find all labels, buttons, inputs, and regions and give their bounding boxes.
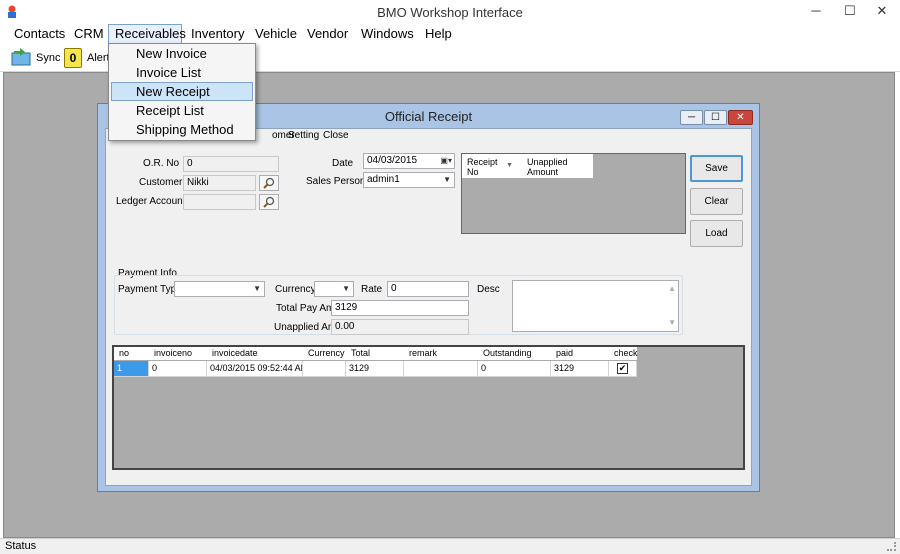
menu-invoice-list[interactable]: Invoice List (111, 63, 253, 82)
sync-label: Sync (36, 52, 61, 64)
dialog-close-button[interactable]: ✕ (728, 110, 753, 125)
ledger-account-field[interactable] (183, 194, 256, 210)
scroll-up-icon[interactable]: ▲ (668, 282, 676, 296)
calendar-icon[interactable]: ▣▾ (440, 154, 452, 168)
desc-textarea[interactable]: ▲ ▼ (512, 280, 679, 332)
col-header-outstanding[interactable]: Outstanding (478, 347, 551, 360)
payment-type-select[interactable]: ▼ (174, 281, 265, 297)
col-header-invoicedate[interactable]: invoicedate (207, 347, 303, 360)
currency-select[interactable]: ▼ (314, 281, 354, 297)
table-cell-remark[interactable] (404, 361, 478, 377)
date-picker[interactable]: 04/03/2015 ▣▾ (363, 153, 455, 169)
sync-button[interactable]: Sync (10, 47, 60, 69)
menu-vehicle[interactable]: Vehicle (249, 24, 303, 44)
unapplied-amt-field[interactable]: 0.00 (331, 319, 469, 335)
window-title: BMO Workshop Interface (377, 5, 523, 20)
customer-label: Customer (139, 177, 183, 188)
table-cell-outstanding[interactable]: 0 (478, 361, 551, 377)
date-label: Date (332, 158, 354, 169)
table-cell-no[interactable]: 1 (114, 361, 149, 377)
status-bar: Status (0, 538, 900, 554)
total-pay-amt-label: Total Pay Amt (276, 303, 338, 314)
load-button[interactable]: Load (690, 220, 743, 247)
menu-new-invoice[interactable]: New Invoice (111, 44, 253, 63)
scroll-down-icon[interactable]: ▼ (668, 316, 676, 330)
menu-contacts[interactable]: Contacts (8, 24, 71, 44)
table-cell-total[interactable]: 3129 (346, 361, 404, 377)
menu-windows[interactable]: Windows (355, 24, 420, 44)
table-cell-paid[interactable]: 3129 (551, 361, 609, 377)
official-receipt-window: Official Receipt ─ ☐ ✕ omer Setting Clos… (97, 103, 760, 492)
menu-bar: Contacts CRM Receivables Inventory Vehic… (0, 24, 900, 44)
menu-help[interactable]: Help (419, 24, 458, 44)
rate-field[interactable]: 0 (387, 281, 469, 297)
search-icon (263, 196, 275, 208)
minimize-button[interactable]: ─ (800, 0, 832, 22)
chevron-down-icon: ▼ (443, 175, 451, 184)
menu-receivables[interactable]: Receivables (108, 24, 186, 44)
ledger-lookup-button[interactable] (259, 194, 279, 210)
alert-label: Alert (87, 52, 110, 64)
resize-grip-icon[interactable] (887, 542, 896, 551)
alert-count-badge: 0 (64, 48, 82, 68)
date-value: 04/03/2015 (367, 155, 418, 166)
dialog-minimize-button[interactable]: ─ (680, 110, 703, 125)
col-header-no[interactable]: no (114, 347, 149, 360)
alert-button[interactable]: 0 Alert (64, 47, 110, 69)
sales-person-value: admin1 (367, 174, 400, 185)
customer-field[interactable]: Nikki (183, 175, 256, 191)
ledger-account-label: Ledger Account (116, 196, 186, 207)
menu-shipping-method[interactable]: Shipping Method (111, 120, 253, 139)
payment-type-label: Payment Type (118, 284, 182, 295)
menu-crm[interactable]: CRM (68, 24, 110, 44)
table-cell-check[interactable]: ✔ (609, 361, 637, 377)
dialog-maximize-button[interactable]: ☐ (704, 110, 727, 125)
menu-receipt-list[interactable]: Receipt List (111, 101, 253, 120)
receipt-grid[interactable]: Receipt No ▼ Unapplied Amount (461, 153, 686, 234)
table-cell-currency[interactable] (303, 361, 346, 377)
menu-inventory[interactable]: Inventory (185, 24, 250, 44)
currency-label: Currency (275, 284, 316, 295)
search-icon (263, 177, 275, 189)
rate-label: Rate (361, 284, 383, 295)
dialog-menu-setting[interactable]: Setting (288, 130, 319, 141)
dialog-client-area: omer Setting Close O.R. No 0 Customer Ni… (105, 128, 752, 486)
sync-icon (11, 48, 31, 66)
close-button[interactable]: ✕ (866, 0, 898, 22)
or-no-field[interactable]: 0 (183, 156, 279, 172)
title-bar: BMO Workshop Interface ─ ☐ ✕ (0, 0, 900, 24)
col-header-total[interactable]: Total (346, 347, 404, 360)
sales-person-label: Sales Person (306, 176, 366, 187)
maximize-button[interactable]: ☐ (834, 0, 866, 22)
row-checkbox[interactable]: ✔ (617, 363, 628, 374)
col-header-currency[interactable]: Currency (303, 347, 346, 360)
col-header-invoiceno[interactable]: invoiceno (149, 347, 207, 360)
save-button[interactable]: Save (690, 155, 743, 182)
unapplied-amount-header[interactable]: Unapplied Amount (522, 154, 593, 178)
chevron-down-icon: ▼ (253, 284, 261, 293)
col-header-check[interactable]: check (609, 347, 638, 360)
menu-vendor[interactable]: Vendor (301, 24, 354, 44)
dialog-menu-close[interactable]: Close (323, 130, 349, 141)
unapplied-amt-label: Unapplied Amt (274, 322, 340, 333)
chevron-down-icon: ▼ (342, 284, 350, 293)
status-text: Status (5, 540, 37, 552)
invoice-table[interactable]: no invoiceno invoicedate Currency Total … (112, 345, 745, 470)
table-cell-invoiceno[interactable]: 0 (149, 361, 207, 377)
desc-label: Desc (477, 284, 500, 295)
clear-button[interactable]: Clear (690, 188, 743, 215)
col-header-remark[interactable]: remark (404, 347, 478, 360)
sort-arrow-icon: ▼ (506, 162, 513, 169)
table-cell-invoicedate[interactable]: 04/03/2015 09:52:44 AM (207, 361, 303, 377)
menu-new-receipt[interactable]: New Receipt (111, 82, 253, 101)
total-pay-amt-field[interactable]: 3129 (331, 300, 469, 316)
receivables-dropdown: New Invoice Invoice List New Receipt Rec… (108, 43, 256, 141)
sales-person-select[interactable]: admin1 ▼ (363, 172, 455, 188)
customer-lookup-button[interactable] (259, 175, 279, 191)
or-no-label: O.R. No (143, 158, 180, 169)
col-header-paid[interactable]: paid (551, 347, 609, 360)
